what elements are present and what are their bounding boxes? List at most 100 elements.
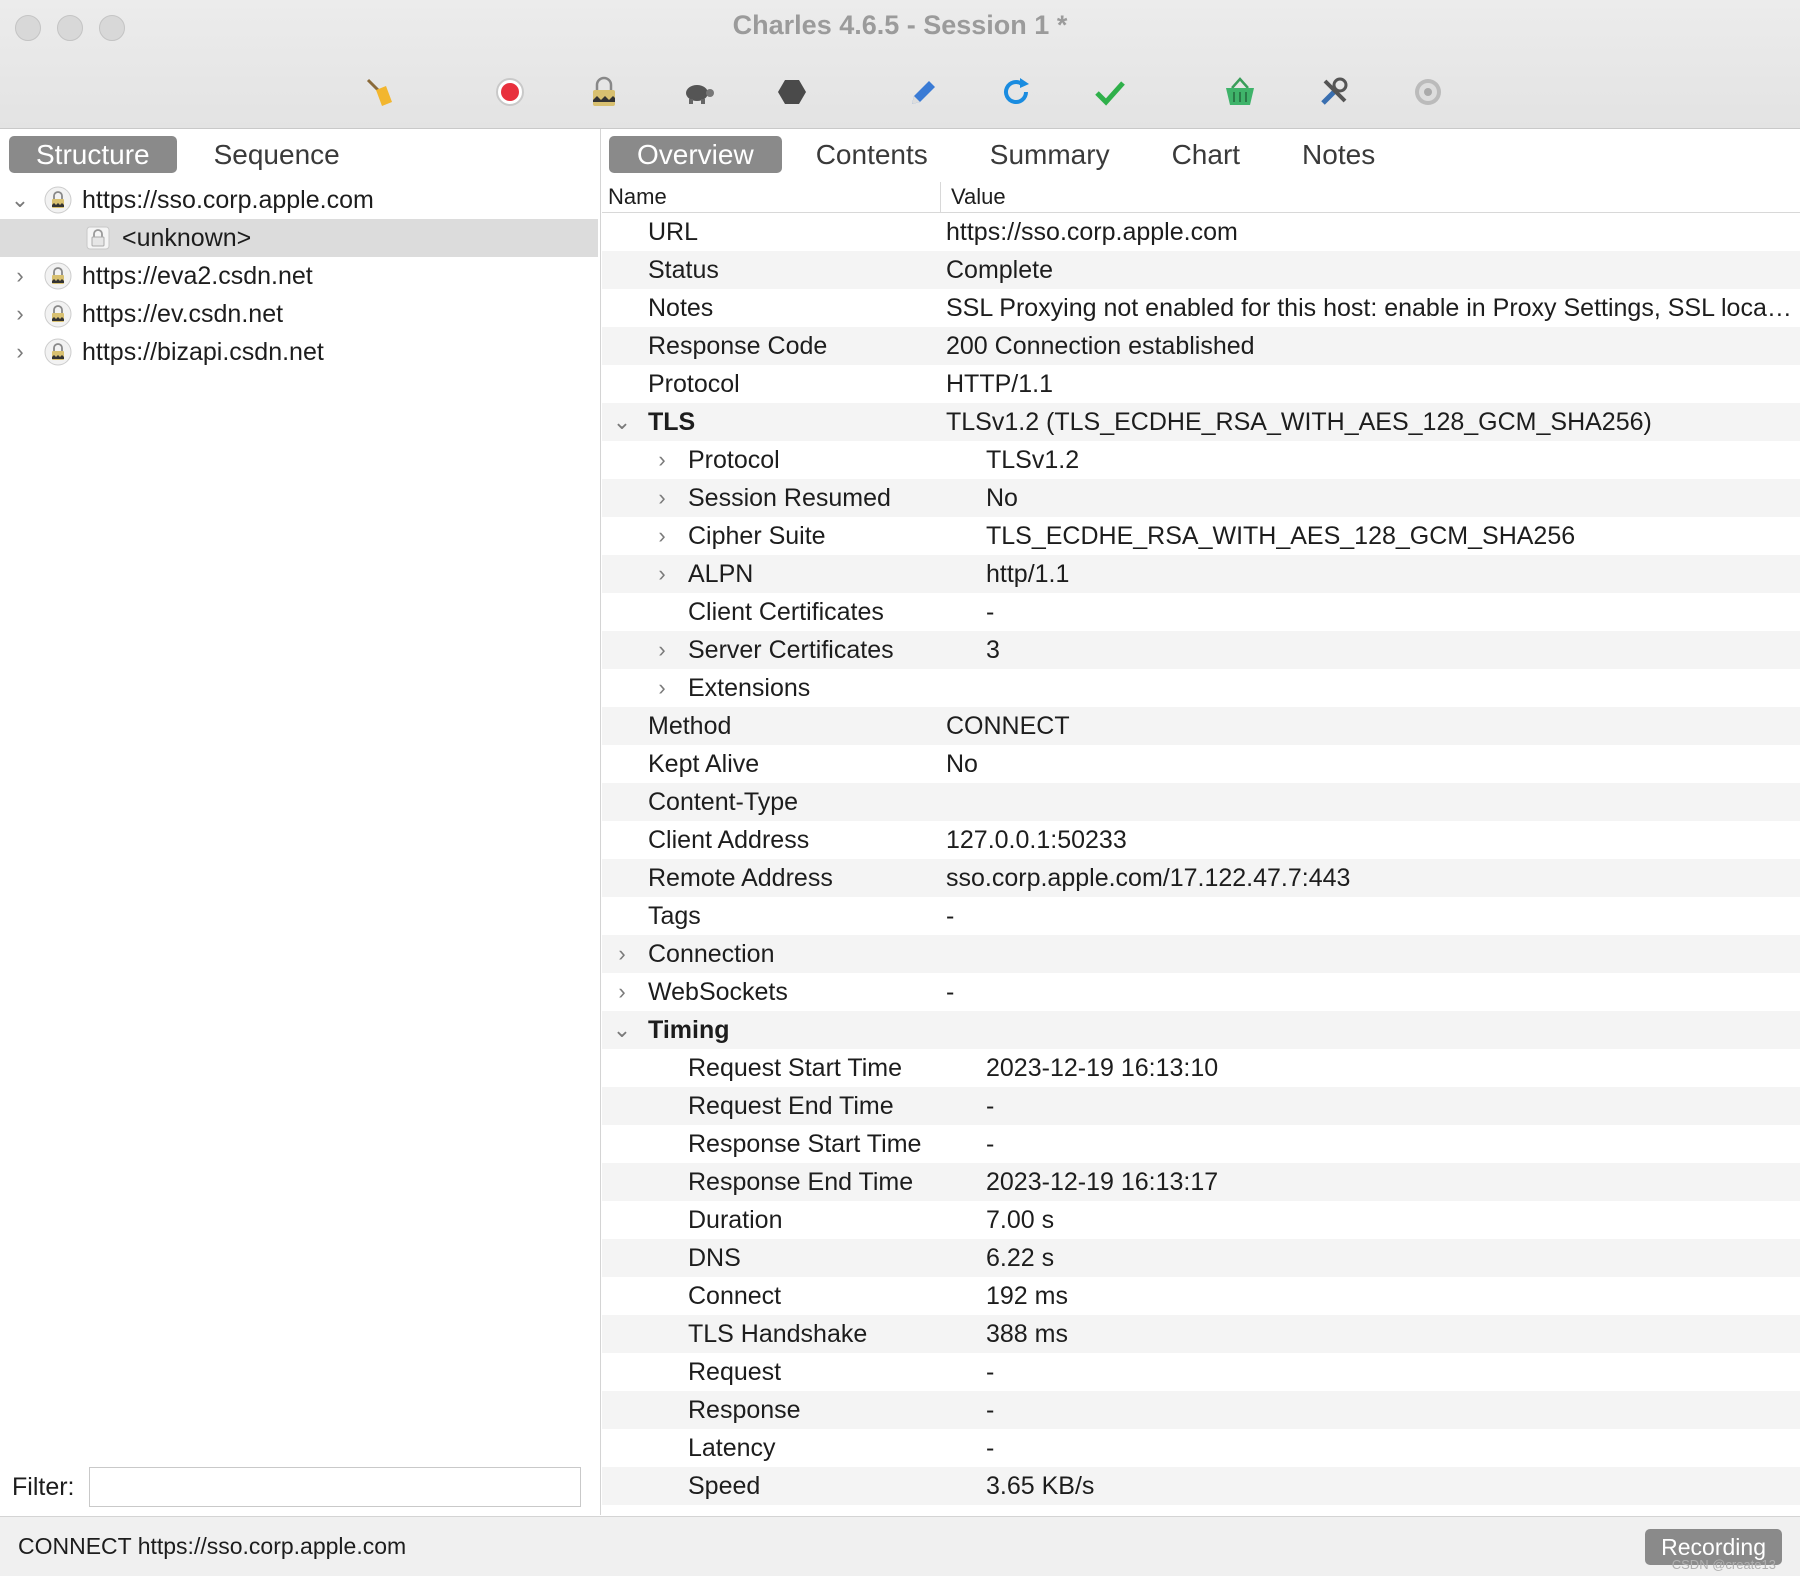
table-row[interactable]: Protocol HTTP/1.1 [602,365,1800,403]
table-row[interactable]: › Connection [602,935,1800,973]
table-row[interactable]: Method CONNECT [602,707,1800,745]
row-value: TLSv1.2 (TLS_ECDHE_RSA_WITH_AES_128_GCM_… [946,407,1652,436]
tab-contents[interactable]: Contents [788,136,956,173]
chevron-right-icon[interactable]: › [652,485,672,511]
tab-overview[interactable]: Overview [609,136,782,173]
chevron-right-icon[interactable]: › [10,263,30,288]
table-row[interactable]: Request End Time - [602,1087,1800,1125]
table-row[interactable]: Client Address 127.0.0.1:50233 [602,821,1800,859]
table-row[interactable]: Latency - [602,1429,1800,1467]
tools-icon[interactable] [1314,72,1354,112]
row-value: 388 ms [986,1319,1068,1348]
table-row[interactable]: URL https://sso.corp.apple.com [602,213,1800,251]
record-icon[interactable] [490,72,530,112]
table-row[interactable]: Duration 7.00 s [602,1201,1800,1239]
tree-item-label: <unknown> [122,223,252,252]
column-header-name[interactable]: Name [602,182,941,212]
table-row[interactable]: Response Start Time - [602,1125,1800,1163]
tab-notes[interactable]: Notes [1274,136,1403,173]
view-mode-tabs: Structure Sequence [9,136,367,173]
tree-item-host[interactable]: › https://bizapi.csdn.net [0,333,598,371]
table-row[interactable]: › ALPN http/1.1 [602,555,1800,593]
row-name: Client Address [648,825,810,854]
table-row[interactable]: Content-Type [602,783,1800,821]
tab-chart[interactable]: Chart [1144,136,1268,173]
chevron-right-icon[interactable]: › [652,447,672,473]
table-row[interactable]: › Extensions [602,669,1800,707]
tree-item-label: https://ev.csdn.net [82,299,284,328]
row-name-cell: Client Certificates [602,598,986,627]
row-name-cell: Status [602,256,946,285]
throttle-turtle-icon[interactable] [678,72,718,112]
table-row[interactable]: DNS 6.22 s [602,1239,1800,1277]
chevron-down-icon[interactable]: ⌄ [612,409,632,435]
row-name: Server Certificates [688,635,894,664]
row-value: TLSv1.2 [986,445,1080,474]
table-row[interactable]: Notes SSL Proxying not enabled for this h… [602,289,1800,327]
row-value: TLS_ECDHE_RSA_WITH_AES_128_GCM_SHA256 [986,521,1576,550]
repeat-refresh-icon[interactable] [996,72,1036,112]
tab-structure[interactable]: Structure [9,136,177,173]
structure-panel: Structure Sequence ⌄ https://sso.corp.ap… [0,129,601,1515]
ssl-proxy-lock-icon[interactable] [584,72,624,112]
chevron-right-icon[interactable]: › [652,561,672,587]
table-row[interactable]: Response End Time 2023-12-19 16:13:17 [602,1163,1800,1201]
lock-icon [44,338,72,366]
broom-icon[interactable] [360,72,400,112]
tab-sequence[interactable]: Sequence [187,136,367,173]
row-name: Request Start Time [688,1053,902,1082]
table-row[interactable]: Kept Alive No [602,745,1800,783]
tab-summary[interactable]: Summary [962,136,1138,173]
table-row[interactable]: Request Start Time 2023-12-19 16:13:10 [602,1049,1800,1087]
column-header-value[interactable]: Value [941,182,1006,212]
basket-icon[interactable] [1220,72,1260,112]
row-value: No [986,483,1018,512]
settings-gear-icon[interactable] [1408,72,1448,112]
row-name-cell: ⌄ TLS [602,408,946,437]
chevron-down-icon[interactable]: ⌄ [10,187,30,212]
table-row[interactable]: › Protocol TLSv1.2 [602,441,1800,479]
table-row[interactable]: ⌄ Timing [602,1011,1800,1049]
table-row[interactable]: Client Certificates - [602,593,1800,631]
compose-pen-icon[interactable] [902,72,942,112]
overview-table: Name Value URL https://sso.corp.apple.com… [602,182,1800,1505]
table-row[interactable]: › Session Resumed No [602,479,1800,517]
row-name: Connection [648,939,775,968]
table-row[interactable]: Status Complete [602,251,1800,289]
chevron-right-icon[interactable]: › [10,301,30,326]
chevron-right-icon[interactable]: › [652,523,672,549]
table-row[interactable]: › WebSockets - [602,973,1800,1011]
filter-input[interactable] [88,1467,581,1507]
table-row[interactable]: Response - [602,1391,1800,1429]
row-name: Speed [688,1471,761,1500]
row-name: Duration [688,1205,783,1234]
row-name: Kept Alive [648,749,760,778]
chevron-right-icon[interactable]: › [652,637,672,663]
table-row[interactable]: Request - [602,1353,1800,1391]
breakpoint-hexagon-icon[interactable] [772,72,812,112]
table-row[interactable]: Connect 192 ms [602,1277,1800,1315]
table-row[interactable]: Remote Address sso.corp.apple.com/17.122.… [602,859,1800,897]
chevron-right-icon[interactable]: › [10,339,30,364]
row-name: Tags [648,901,701,930]
table-row[interactable]: Response Code 200 Connection established [602,327,1800,365]
validate-check-icon[interactable] [1090,72,1130,112]
row-name-cell: Client Address [602,826,946,855]
chevron-right-icon[interactable]: › [652,675,672,701]
table-row[interactable]: TLS Handshake 388 ms [602,1315,1800,1353]
table-row[interactable]: › Cipher Suite TLS_ECDHE_RSA_WITH_AES_128_… [602,517,1800,555]
row-name-cell: Response [602,1396,986,1425]
table-row[interactable]: Speed 3.65 KB/s [602,1467,1800,1505]
table-row[interactable]: › Server Certificates 3 [602,631,1800,669]
tree-item-host[interactable]: › https://ev.csdn.net [0,295,598,333]
tree-item-host[interactable]: ⌄ https://sso.corp.apple.com [0,181,598,219]
row-name-cell: URL [602,218,946,247]
table-row[interactable]: Tags - [602,897,1800,935]
tree-item-host[interactable]: › https://eva2.csdn.net [0,257,598,295]
row-value: - [986,597,995,626]
table-row[interactable]: ⌄ TLS TLSv1.2 (TLS_ECDHE_RSA_WITH_AES_128_… [602,403,1800,441]
chevron-right-icon[interactable]: › [612,979,632,1005]
tree-item-unknown[interactable]: <unknown> [0,219,598,257]
chevron-down-icon[interactable]: ⌄ [612,1017,632,1043]
chevron-right-icon[interactable]: › [612,941,632,967]
